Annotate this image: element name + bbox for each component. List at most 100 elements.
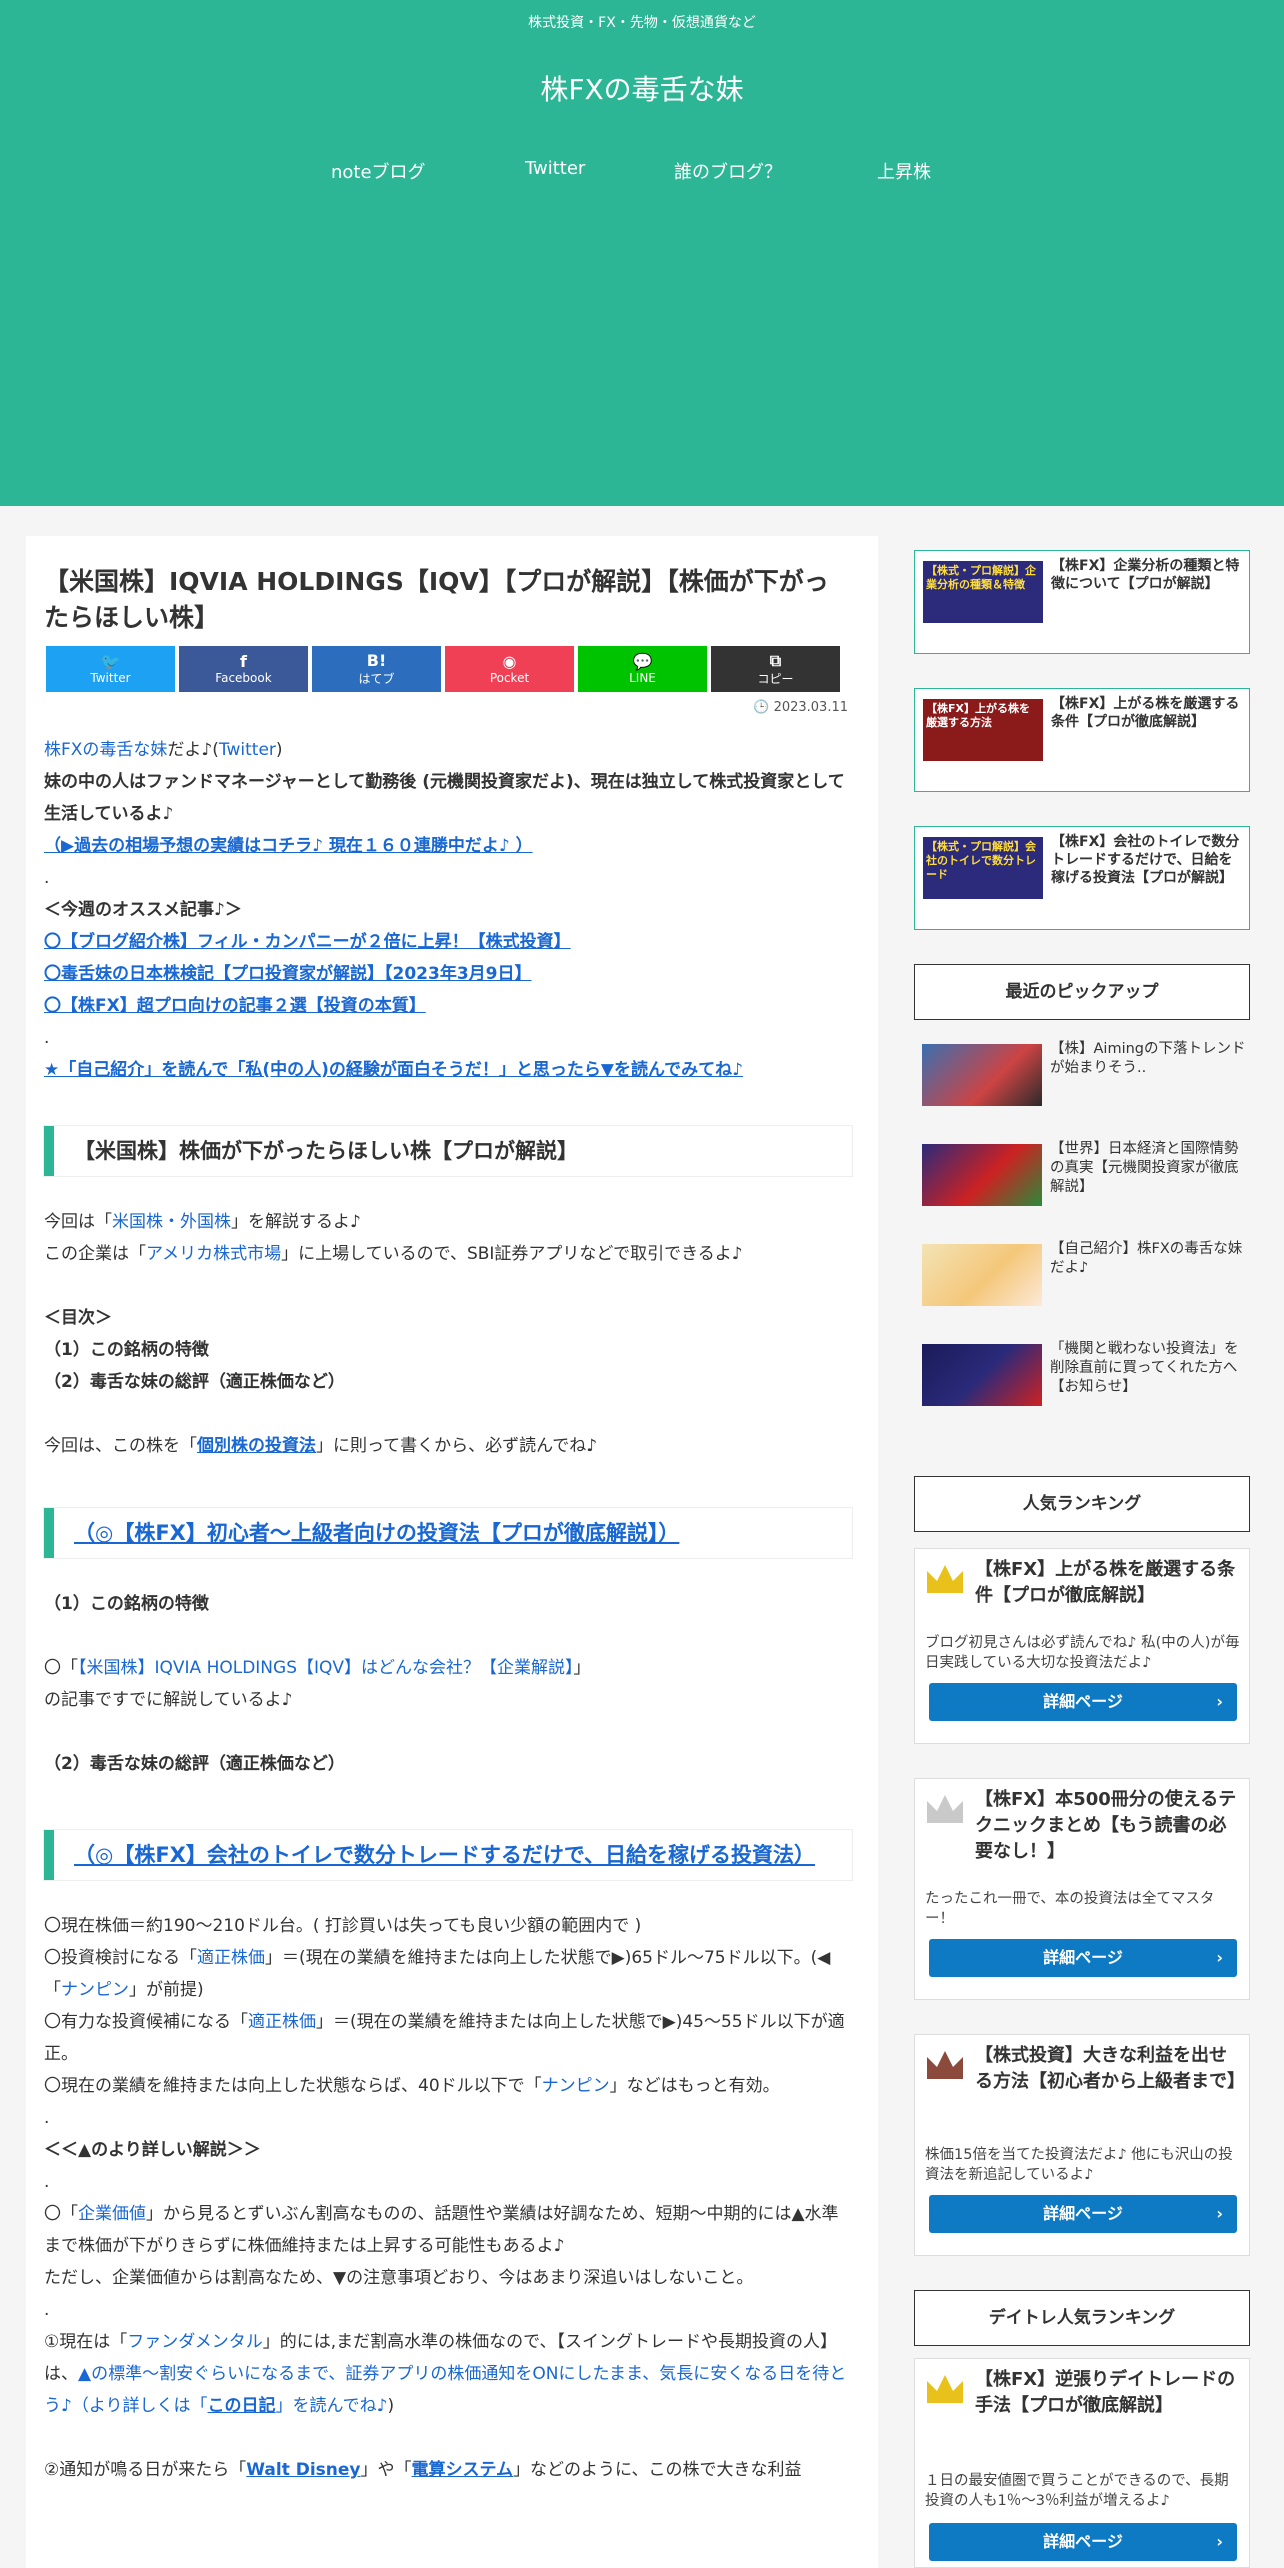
ranking-item-3[interactable]: 【株式投資】大きな利益を出せる方法【初心者から上級者まで】 株価15倍を当てた投… (914, 2034, 1250, 2256)
share-line-button[interactable]: 💬 LINE (578, 646, 707, 692)
share-facebook-button[interactable]: f Facebook (179, 646, 308, 692)
detail-line-3: ①現在は「ファンダメンタル」的には,まだ割高水準の株価なので、【スイングトレード… (44, 2326, 852, 2422)
crown-icon (927, 2375, 963, 2403)
densan-system-link[interactable]: 電算システム (412, 2460, 514, 2480)
day-ranking-item-1[interactable]: 【株FX】逆張りデイトレードの手法【プロが徹底解説】 １日の最安値圏で買うことが… (914, 2358, 1250, 2568)
fundamental-link[interactable]: ファンダメンタル (127, 2332, 263, 2352)
post-body: 株FXの毒舌な妹だよ♪(Twitter) 妹の中の人はファンドマネージャーとして… (44, 734, 852, 2486)
company-article-link[interactable]: 【米国株】IQVIA HOLDINGS【IQV】はどんな会社？【企業解説】 (78, 1658, 574, 1678)
section-heading-link-2[interactable]: （◎【株FX】初心者～上級者向けの投資法【プロが徹底解説】） (44, 1508, 852, 1558)
recommend-heading: ＜今週のオススメ記事♪＞ (44, 900, 242, 920)
recommend-link-1[interactable]: 〇【ブログ紹介株】フィル・カンパニーが２倍に上昇！【株式投資】 (44, 932, 571, 952)
text: 」や「 (360, 2460, 412, 2480)
card-title: 【株FX】上がる株を厳選する条件【プロが徹底解説】 (1051, 696, 1240, 730)
chevron-right-icon: › (1216, 2204, 1223, 2223)
intro-profile: 妹の中の人はファンドマネージャーとして勤務後 (元機関投資家だよ)、現在は独立し… (44, 772, 845, 824)
nav-item-note-blog[interactable]: noteブログ (331, 158, 426, 184)
detail-line-4: ②通知が鳴る日が来たら「Walt Disney」や「電算システム」などのように、… (44, 2454, 852, 2486)
ranking-title: 【株式投資】大きな利益を出せる方法【初心者から上級者まで】 (975, 2045, 1245, 2092)
text: 〇「 (44, 1658, 78, 1678)
text: 〇現在の業績を維持または向上した状態ならば、40ドル以下で「 (44, 2076, 542, 2096)
share-label: Pocket (489, 671, 530, 685)
details-button-label: 詳細ページ (1043, 2532, 1123, 2551)
crown-icon (927, 1795, 963, 1823)
diary-link[interactable]: この日記 (208, 2396, 276, 2416)
share-copy-button[interactable]: ⧉ コピー (711, 646, 840, 692)
recommend-link-2[interactable]: 〇毒舌妹の日本株検記【プロ投資家が解説】【2023年3月9日】 (44, 964, 531, 984)
twitter-link[interactable]: Twitter (219, 740, 276, 760)
text: ①現在は「 (44, 2332, 128, 2352)
blog-link[interactable]: 株FXの毒舌な妹 (44, 740, 167, 760)
detail-line-2: ただし、企業価値からは割高なため、▼の注意事項どおり、今はあまり深追いはしないこ… (44, 2268, 754, 2288)
line-icon: 💬 (632, 652, 653, 671)
text: 〇投資検討になる「 (44, 1948, 197, 1968)
detail-line-1: 〇「企業価値」から見るとずいぶん割高なものの、話題性や業績は好調なため、短期～中… (44, 2198, 852, 2262)
ranking-description: １日の最安値圏で買うことができるので、長期投資の人も1％～3％利益が増えるよ♪ (925, 2473, 1229, 2509)
paragraph: 今回は「米国株・外国株」を解説するよ♪ (44, 1206, 852, 1238)
text: 」を解説するよ♪ (231, 1212, 361, 1232)
price-alert-link[interactable]: ▲の標準～割安ぐらいになるまで、証券アプリの株価通知をONにしたまま、気長に安く… (44, 2364, 846, 2416)
nanpin-link[interactable]: ナンピン (61, 1980, 129, 2000)
nav-item-whose-blog[interactable]: 誰のブログ？ (674, 158, 782, 184)
pickup-title: 【株】Aimingの下落トレンドが始まりそう.. (1050, 1041, 1246, 1076)
ranking-item-2[interactable]: 【株FX】本500冊分の使えるテクニックまとめ【もう読書の必要なし！】 たったこ… (914, 1778, 1250, 2000)
track-record-link[interactable]: （▶過去の相場予想の実績はコチラ♪ 現在１６０連勝中だよ♪ ） (44, 836, 533, 856)
toc-item-1: （1）この銘柄の特徴 (44, 1340, 209, 1360)
stock-method-link[interactable]: 個別株の投資法 (197, 1436, 316, 1456)
recommend-link-3[interactable]: 〇【株FX】超プロ向けの記事２選【投資の本質】 (44, 996, 426, 1016)
pickup-item[interactable]: 「機関と戦わない投資法」を削除直前に買ってくれた方へ【お知らせ】 (914, 1336, 1250, 1412)
separator-dot: . (44, 2108, 50, 2128)
section-heading-link-3[interactable]: （◎【株FX】会社のトイレで数分トレードするだけで、日給を稼げる投資法） (44, 1830, 852, 1880)
share-buttons: 🐦 Twitter f Facebook B! はてブ ◉ Pocket 💬 L… (46, 646, 840, 692)
sidebar-card[interactable]: 【株式・プロ解説】会社のトイレで数分トレード 【株FX】会社のトイレで数分トレー… (914, 826, 1250, 930)
details-button[interactable]: 詳細ページ › (929, 1683, 1237, 1721)
chevron-right-icon: › (1216, 1692, 1223, 1711)
nav-item-twitter[interactable]: Twitter (525, 158, 585, 179)
walt-disney-link[interactable]: Walt Disney (246, 2460, 360, 2480)
self-intro-link[interactable]: ★「自己紹介」を読んで「私(中の人)の経験が面白そうだ！」と思ったら▼を読んでみ… (44, 1060, 743, 1080)
share-label: Facebook (215, 671, 272, 685)
nav-item-rising-stocks[interactable]: 上昇株 (877, 158, 931, 184)
details-button[interactable]: 詳細ページ › (929, 1939, 1237, 1977)
fair-price-link[interactable]: 適正株価 (197, 1948, 265, 1968)
corporate-value-link[interactable]: 企業価値 (78, 2204, 146, 2224)
sidebar-card[interactable]: 【株式・プロ解説】企業分析の種類＆特徴 【株FX】企業分析の種類と特徴について【… (914, 550, 1250, 654)
value-line-2: 〇投資検討になる「適正株価」＝(現在の業績を維持または向上した状態で▶)65ドル… (44, 1942, 852, 2006)
sidebar: 【株式・プロ解説】企業分析の種類＆特徴 【株FX】企業分析の種類と特徴について【… (912, 536, 1258, 2568)
paragraph: 〇「【米国株】IQVIA HOLDINGS【IQV】はどんな会社？【企業解説】」 (44, 1652, 852, 1684)
ranking-description: たったこれ一冊で、本の投資法は全てマスター！ (925, 1891, 1215, 1927)
us-market-link[interactable]: アメリカ株式市場 (146, 1244, 281, 1264)
text: この企業は「 (44, 1244, 146, 1264)
post-date-value: 2023.03.11 (773, 700, 848, 715)
pickup-item[interactable]: 【株】Aimingの下落トレンドが始まりそう.. (914, 1036, 1250, 1112)
text: 」から見るとずいぶん割高なものの、話題性や業績は好調なため、短期～中期的には▲水… (44, 2204, 839, 2256)
pickup-title: 「機関と戦わない投資法」を削除直前に買ってくれた方へ【お知らせ】 (1050, 1341, 1239, 1395)
share-twitter-button[interactable]: 🐦 Twitter (46, 646, 175, 692)
text: ) (275, 740, 283, 760)
sidebar-card[interactable]: 【株FX】上がる株を厳選する方法 【株FX】上がる株を厳選する条件【プロが徹底解… (914, 688, 1250, 792)
text: 」に則って書くから、必ず読んでね♪ (316, 1436, 598, 1456)
ranking-item-1[interactable]: 【株FX】上がる株を厳選する条件【プロが徹底解説】 ブログ初見さんは必ず読んでね… (914, 1548, 1250, 1744)
twitter-icon: 🐦 (100, 652, 121, 671)
crown-icon (927, 2051, 963, 2079)
details-button[interactable]: 詳細ページ › (929, 2523, 1237, 2561)
fair-price-link[interactable]: 適正株価 (248, 2012, 316, 2032)
separator-dot: . (44, 2172, 50, 2192)
text: 」 (573, 1658, 591, 1678)
share-hatebu-button[interactable]: B! はてブ (312, 646, 441, 692)
details-button-label: 詳細ページ (1043, 1692, 1123, 1711)
global-nav: noteブログ Twitter 誰のブログ？ 上昇株 (0, 158, 1284, 188)
intro-line: 株FXの毒舌な妹だよ♪(Twitter) (44, 734, 852, 766)
details-button[interactable]: 詳細ページ › (929, 2195, 1237, 2233)
pickup-item[interactable]: 【世界】日本経済と国際情勢の真実【元機関投資家が徹底解説】 (914, 1136, 1250, 1212)
share-label: LINE (629, 671, 656, 685)
site-title[interactable]: 株FXの毒舌な妹 (0, 68, 1284, 108)
pickup-item[interactable]: 【自己紹介】株FXの毒舌な妹だよ♪ (914, 1236, 1250, 1312)
pickup-thumbnail (922, 1144, 1042, 1206)
us-stocks-link[interactable]: 米国株・外国株 (112, 1212, 231, 1232)
share-pocket-button[interactable]: ◉ Pocket (445, 646, 574, 692)
read-link[interactable]: 」を読んでね♪ (276, 2396, 388, 2416)
ranking-title: 【株FX】上がる株を厳選する条件【プロが徹底解説】 (975, 1559, 1236, 1606)
nanpin-link[interactable]: ナンピン (542, 2076, 610, 2096)
card-thumbnail: 【株FX】上がる株を厳選する方法 (923, 699, 1043, 761)
